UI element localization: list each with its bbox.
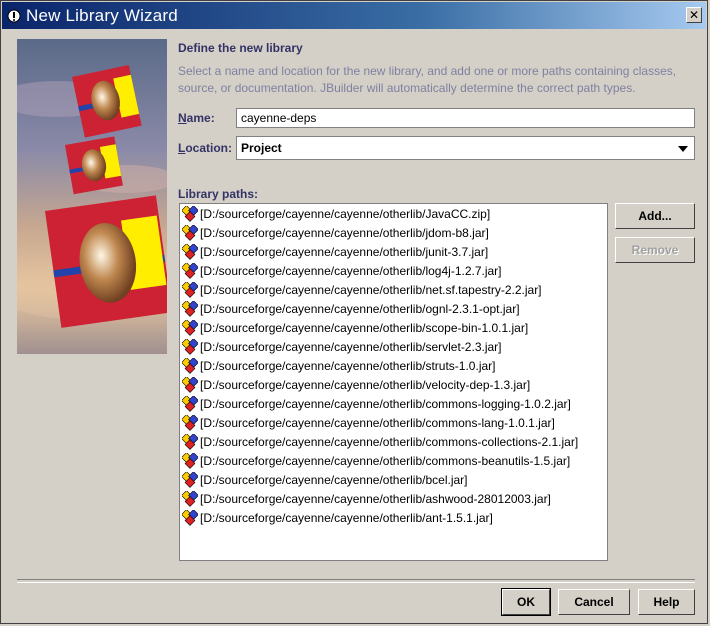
library-icon [181,204,199,222]
location-selected-value: Project [241,141,282,155]
location-label: Location: [178,141,232,155]
library-icon [181,280,199,298]
library-icon [181,413,199,431]
list-item[interactable]: [D:/sourceforge/cayenne/cayenne/otherlib… [180,508,607,527]
library-icon [181,223,199,241]
library-icon [181,261,199,279]
library-path-text: [D:/sourceforge/cayenne/cayenne/otherlib… [200,377,531,392]
chevron-down-icon[interactable] [678,146,688,152]
library-icon [181,489,199,507]
library-path-text: [D:/sourceforge/cayenne/cayenne/otherlib… [200,282,542,297]
add-button[interactable]: Add... [615,203,695,229]
library-path-text: [D:/sourceforge/cayenne/cayenne/otherlib… [200,320,529,335]
list-item[interactable]: [D:/sourceforge/cayenne/cayenne/otherlib… [180,280,607,299]
list-item[interactable]: [D:/sourceforge/cayenne/cayenne/otherlib… [180,337,607,356]
library-icon [181,242,199,260]
list-item[interactable]: [D:/sourceforge/cayenne/cayenne/otherlib… [180,432,607,451]
library-path-text: [D:/sourceforge/cayenne/cayenne/otherlib… [200,453,571,468]
library-path-text: [D:/sourceforge/cayenne/cayenne/otherlib… [200,510,493,525]
library-path-text: [D:/sourceforge/cayenne/cayenne/otherlib… [200,396,571,411]
list-item[interactable]: [D:/sourceforge/cayenne/cayenne/otherlib… [180,470,607,489]
library-path-text: [D:/sourceforge/cayenne/cayenne/otherlib… [200,263,502,278]
library-paths-label: Library paths: [178,187,259,201]
window-title: New Library Wizard [26,5,178,25]
help-button[interactable]: Help [638,589,695,615]
library-path-text: [D:/sourceforge/cayenne/cayenne/otherlib… [200,225,489,240]
section-description: Select a name and location for the new l… [178,64,677,95]
list-item[interactable]: [D:/sourceforge/cayenne/cayenne/otherlib… [180,242,607,261]
library-path-text: [D:/sourceforge/cayenne/cayenne/otherlib… [200,301,520,316]
jbuilder-icon [6,8,22,24]
list-item[interactable]: [D:/sourceforge/cayenne/cayenne/otherlib… [180,489,607,508]
list-item[interactable]: [D:/sourceforge/cayenne/cayenne/otherlib… [180,318,607,337]
list-item[interactable]: [D:/sourceforge/cayenne/cayenne/otherlib… [180,223,607,242]
library-icon [181,508,199,526]
library-icon [181,470,199,488]
library-path-text: [D:/sourceforge/cayenne/cayenne/otherlib… [200,472,468,487]
library-path-text: [D:/sourceforge/cayenne/cayenne/otherlib… [200,339,502,354]
list-item[interactable]: [D:/sourceforge/cayenne/cayenne/otherlib… [180,356,607,375]
library-icon [181,337,199,355]
list-item[interactable]: [D:/sourceforge/cayenne/cayenne/otherlib… [180,394,607,413]
list-item[interactable]: [D:/sourceforge/cayenne/cayenne/otherlib… [180,451,607,470]
remove-button[interactable]: Remove [615,237,695,263]
name-label-text: ame: [186,111,215,125]
library-icon [181,394,199,412]
library-paths-list[interactable]: [D:/sourceforge/cayenne/cayenne/otherlib… [179,203,608,561]
list-item[interactable]: [D:/sourceforge/cayenne/cayenne/otherlib… [180,375,607,394]
library-path-text: [D:/sourceforge/cayenne/cayenne/otherlib… [200,206,491,221]
library-icon [181,432,199,450]
list-item[interactable]: [D:/sourceforge/cayenne/cayenne/otherlib… [180,261,607,280]
library-icon [181,451,199,469]
list-item[interactable]: [D:/sourceforge/cayenne/cayenne/otherlib… [180,413,607,432]
name-label-accelerator: N [178,111,187,125]
title-bar[interactable]: New Library Wizard ✕ [2,2,706,29]
footer-divider [17,579,695,583]
library-icon [181,318,199,336]
library-path-text: [D:/sourceforge/cayenne/cayenne/otherlib… [200,244,489,259]
ok-button[interactable]: OK [501,588,551,616]
location-dropdown[interactable]: Project [236,136,695,160]
library-path-text: [D:/sourceforge/cayenne/cayenne/otherlib… [200,434,579,449]
library-icon [181,375,199,393]
list-item[interactable]: [D:/sourceforge/cayenne/cayenne/otherlib… [180,204,607,223]
library-path-text: [D:/sourceforge/cayenne/cayenne/otherlib… [200,415,555,430]
wizard-artwork [17,39,167,354]
cancel-button[interactable]: Cancel [558,589,630,615]
list-item[interactable]: [D:/sourceforge/cayenne/cayenne/otherlib… [180,299,607,318]
library-icon [181,356,199,374]
library-icon [181,299,199,317]
section-title: Define the new library [178,41,303,55]
location-label-text: ocation: [185,141,233,155]
library-path-text: [D:/sourceforge/cayenne/cayenne/otherlib… [200,491,551,506]
name-input[interactable] [236,108,695,128]
library-path-text: [D:/sourceforge/cayenne/cayenne/otherlib… [200,358,496,373]
new-library-wizard-dialog: New Library Wizard ✕ Define the new libr… [0,0,708,624]
name-label: Name: [178,111,215,125]
close-icon[interactable]: ✕ [686,7,702,23]
